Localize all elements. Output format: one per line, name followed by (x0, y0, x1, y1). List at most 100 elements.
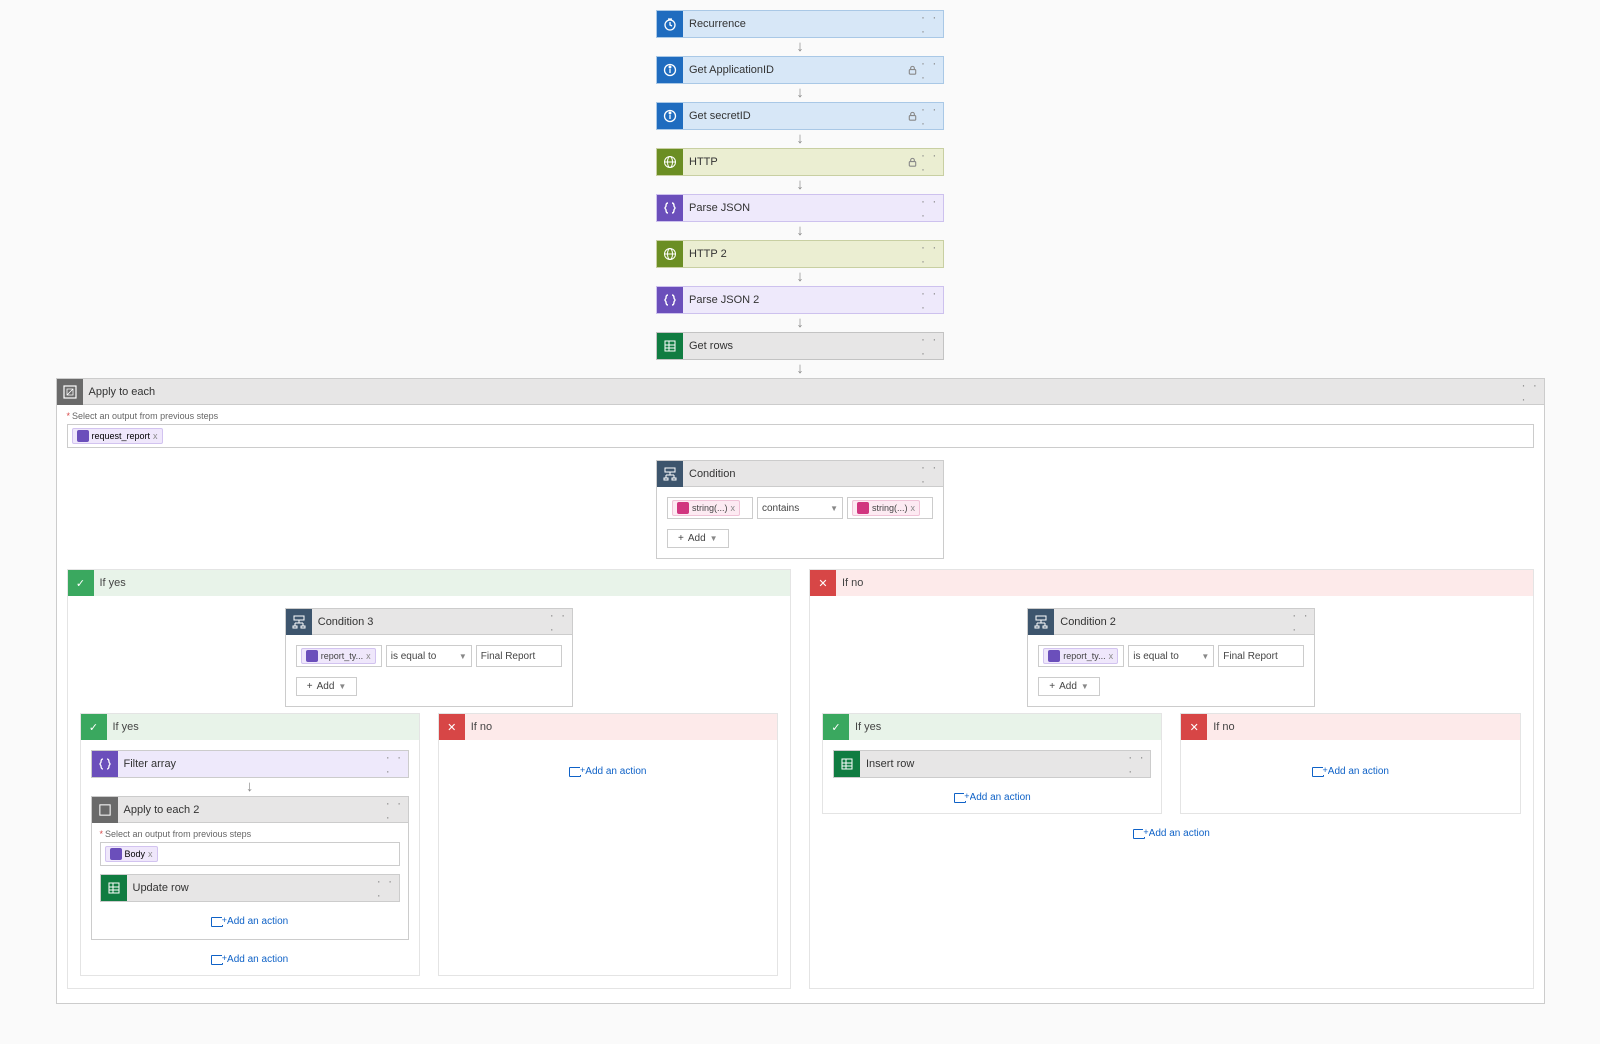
chevron-down-icon: ▼ (459, 652, 467, 661)
flow-arrow: ↓ (0, 129, 1600, 149)
add-condition-button[interactable]: +Add▼ (1038, 677, 1100, 696)
condition-left-operand[interactable]: string(...)x (667, 497, 753, 519)
remove-token-icon[interactable]: x (731, 503, 736, 513)
cond3-operator[interactable]: is equal to▼ (386, 645, 472, 667)
more-icon[interactable]: · · · (921, 10, 943, 38)
step-http[interactable]: HTTP· · · (656, 148, 944, 176)
condition-icon (286, 609, 312, 635)
more-icon[interactable]: · · · (386, 750, 408, 778)
cond2-if-no: ✕If no Add an action (1180, 713, 1520, 814)
chevron-down-icon: ▼ (830, 504, 838, 513)
step-title: Parse JSON (683, 202, 921, 214)
step-title: Get secretID (683, 110, 903, 122)
cond2-operator[interactable]: is equal to▼ (1128, 645, 1214, 667)
output-selector[interactable]: Bodyx (100, 842, 400, 866)
token-fx-right[interactable]: string(...)x (852, 500, 920, 516)
step-http-2[interactable]: HTTP 2· · · (656, 240, 944, 268)
condition-icon (1028, 609, 1054, 635)
apply-to-each-title: Apply to each (83, 386, 1522, 398)
add-action-icon (569, 767, 581, 777)
more-icon[interactable]: · · · (377, 874, 399, 902)
step-recurrence[interactable]: Recurrence· · · (656, 10, 944, 38)
fx-icon (677, 502, 689, 514)
select-output-label: *Select an output from previous steps (100, 829, 400, 839)
grid-icon (834, 751, 860, 777)
step-title: Get ApplicationID (683, 64, 903, 76)
chevron-down-icon: ▼ (1201, 652, 1209, 661)
token-request-report[interactable]: request_report x (72, 428, 163, 444)
more-icon[interactable]: · · · (921, 332, 943, 360)
more-icon[interactable]: · · · (921, 460, 943, 488)
more-icon[interactable]: · · · (1292, 608, 1314, 636)
more-icon[interactable]: · · · (921, 148, 943, 176)
more-icon[interactable]: · · · (921, 56, 943, 84)
step-parse-json[interactable]: Parse JSON· · · (656, 194, 944, 222)
add-action-link[interactable]: Add an action (100, 916, 400, 927)
more-icon[interactable]: · · · (1522, 378, 1544, 406)
condition-3-card[interactable]: Condition 3 · · · report_ty...x is equal… (285, 608, 573, 707)
more-icon[interactable]: · · · (550, 608, 572, 636)
more-icon[interactable]: · · · (386, 796, 408, 824)
step-get-rows[interactable]: Get rows· · · (656, 332, 944, 360)
more-icon[interactable]: · · · (921, 102, 943, 130)
check-icon: ✓ (68, 570, 94, 596)
close-icon: ✕ (810, 570, 836, 596)
flow-arrow: ↓ (0, 267, 1600, 287)
chevron-down-icon: ▼ (1081, 682, 1089, 691)
add-action-link[interactable]: Add an action (91, 954, 409, 965)
update-row-card[interactable]: Update row· · · (100, 874, 400, 902)
add-action-link[interactable]: Add an action (833, 792, 1151, 803)
more-icon[interactable]: · · · (921, 240, 943, 268)
token-body[interactable]: Bodyx (105, 846, 158, 862)
condition-card[interactable]: Condition · · · string(...)x contains▼ s… (656, 460, 944, 559)
remove-token-icon[interactable]: x (153, 431, 158, 441)
remove-token-icon[interactable]: x (1109, 651, 1114, 661)
step-parse-json-2[interactable]: Parse JSON 2· · · (656, 286, 944, 314)
lock-icon (903, 65, 921, 76)
add-action-link[interactable]: Add an action (451, 766, 765, 777)
remove-token-icon[interactable]: x (366, 651, 371, 661)
cond2-left[interactable]: report_ty...x (1038, 645, 1124, 667)
add-action-icon (211, 955, 223, 965)
step-get-applicationid[interactable]: Get ApplicationID · · · (656, 56, 944, 84)
apply-to-each-container[interactable]: Apply to each · · · *Select an output fr… (56, 378, 1545, 1004)
filter-array-card[interactable]: Filter array · · · (91, 750, 409, 778)
globe-icon (657, 149, 683, 175)
insert-row-card[interactable]: Insert row· · · (833, 750, 1151, 778)
add-condition-button[interactable]: +Add▼ (296, 677, 358, 696)
cond3-right[interactable]: Final Report (476, 645, 562, 667)
add-action-icon (1312, 767, 1324, 777)
lock-icon (903, 157, 921, 168)
condition-2-title: Condition 2 (1054, 616, 1292, 628)
more-icon[interactable]: · · · (921, 286, 943, 314)
condition-operator[interactable]: contains▼ (757, 497, 843, 519)
loop-icon (92, 797, 118, 823)
flow-arrow: ↓ (0, 83, 1600, 103)
flow-arrow: ↓ (91, 777, 409, 797)
globe-icon (657, 241, 683, 267)
add-condition-button[interactable]: +Add▼ (667, 529, 729, 548)
more-icon[interactable]: · · · (921, 194, 943, 222)
remove-token-icon[interactable]: x (911, 503, 916, 513)
more-icon[interactable]: · · · (1128, 750, 1150, 778)
step-get-secretid[interactable]: Get secretID · · · (656, 102, 944, 130)
apply-to-each-2-title: Apply to each 2 (118, 804, 386, 816)
add-action-link[interactable]: Add an action (1193, 766, 1507, 777)
condition-2-card[interactable]: Condition 2 · · · report_ty...x is equal… (1027, 608, 1315, 707)
info-icon (657, 57, 683, 83)
cond3-left[interactable]: report_ty...x (296, 645, 382, 667)
check-icon: ✓ (81, 714, 107, 740)
condition-right-operand[interactable]: string(...)x (847, 497, 933, 519)
apply-to-each-2-container[interactable]: Apply to each 2· · · *Select an output f… (91, 796, 409, 940)
step-title: Parse JSON 2 (683, 294, 921, 306)
cond2-if-yes: ✓If yes Insert row· · · Add an action (822, 713, 1162, 814)
if-yes-title: If yes (100, 577, 126, 589)
output-selector[interactable]: request_report x (67, 424, 1534, 448)
add-action-link[interactable]: Add an action (822, 828, 1521, 839)
cond2-right[interactable]: Final Report (1218, 645, 1304, 667)
step-title: HTTP 2 (683, 248, 921, 260)
token-fx-left[interactable]: string(...)x (672, 500, 740, 516)
grid-icon (101, 875, 127, 901)
remove-token-icon[interactable]: x (148, 849, 153, 859)
braces-icon (92, 751, 118, 777)
